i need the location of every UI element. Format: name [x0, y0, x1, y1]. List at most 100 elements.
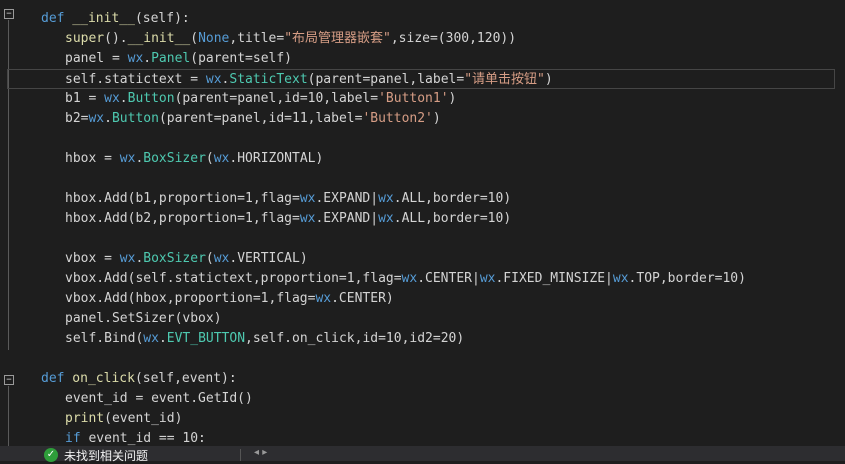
code-token: wx: [104, 91, 120, 106]
code-token: (parent=panel,id=11,label=: [158, 111, 363, 126]
code-token: wx: [213, 151, 230, 166]
code-token: __init__: [64, 11, 135, 26]
code-token: hbox.Add(b2,proportion=1,flag=: [65, 211, 300, 226]
code-token: .: [119, 91, 128, 106]
code-token: Panel: [151, 51, 191, 66]
code-token: if: [65, 431, 81, 446]
code-token: (self,event):: [134, 371, 237, 386]
code-token: panel.SetSizer(vbox): [65, 311, 222, 326]
code-token: BoxSizer: [143, 151, 206, 166]
code-token: hbox.Add(b1,proportion=1,flag=: [65, 191, 300, 206]
code-line[interactable]: hbox = wx.BoxSizer(wx.HORIZONTAL): [0, 149, 323, 169]
code-token: event_id == 10:: [80, 431, 206, 446]
nav-arrows-icon[interactable]: ◂ ▸: [254, 447, 267, 458]
code-token: .ALL,border=10): [393, 191, 512, 206]
code-line[interactable]: self.statictext = wx.StaticText(parent=p…: [7, 69, 835, 89]
code-token: (: [205, 251, 214, 266]
code-token: wx: [213, 251, 230, 266]
code-line[interactable]: vbox.Add(self.statictext,proportion=1,fl…: [0, 269, 746, 289]
code-token: .HORIZONTAL): [229, 151, 324, 166]
code-token: .VERTICAL): [229, 251, 308, 266]
code-token: wx: [88, 111, 105, 126]
status-message[interactable]: 未找到相关问题: [64, 447, 148, 464]
code-line[interactable]: super().__init__(None,title="布局管理器嵌套",si…: [0, 29, 516, 49]
code-token: .: [143, 51, 152, 66]
code-token: ().: [104, 31, 128, 46]
status-bar: ✓ 未找到相关问题 ◂ ▸: [0, 446, 845, 464]
code-token: wx: [205, 72, 222, 87]
code-token: BoxSizer: [143, 251, 206, 266]
code-token: super: [65, 31, 105, 46]
code-line[interactable]: b1 = wx.Button(parent=panel,id=10,label=…: [0, 89, 456, 109]
code-line[interactable]: panel.SetSizer(vbox): [0, 309, 222, 329]
code-token: ,title=: [229, 31, 285, 46]
code-token: .FIXED_MINSIZE|: [495, 271, 613, 286]
code-line[interactable]: b2=wx.Button(parent=panel,id=11,label='B…: [0, 109, 441, 129]
code-token: 'Button1': [378, 91, 449, 106]
code-token: None: [198, 31, 230, 46]
code-line[interactable]: hbox.Add(b2,proportion=1,flag=wx.EXPAND|…: [0, 209, 511, 229]
code-token: def: [41, 11, 65, 26]
code-token: wx: [378, 191, 394, 206]
code-token: .CENTER|: [417, 271, 480, 286]
code-token: (: [190, 31, 199, 46]
code-token: Button: [111, 111, 159, 126]
code-token: (: [205, 151, 214, 166]
code-token: b2=: [65, 111, 89, 126]
code-token: .EXPAND|: [315, 191, 379, 206]
code-token: vbox =: [65, 251, 120, 266]
code-line[interactable]: event_id = event.GetId(): [0, 389, 253, 409]
code-line[interactable]: hbox.Add(b1,proportion=1,flag=wx.EXPAND|…: [0, 189, 511, 209]
code-token: wx: [479, 271, 496, 286]
code-token: wx: [299, 191, 316, 206]
code-line[interactable]: def __init__(self):: [0, 9, 190, 29]
status-divider: [240, 449, 241, 461]
code-token: ): [544, 72, 553, 87]
code-token: 'Button2': [362, 111, 433, 126]
code-token: hbox =: [65, 151, 120, 166]
code-token: def: [41, 371, 65, 386]
code-token: EVT_BUTTON: [166, 331, 246, 346]
code-token: vbox.Add(self.statictext,proportion=1,fl…: [65, 271, 402, 286]
code-token: ,size=(300,120)): [390, 31, 517, 46]
code-token: ,self.on_click,id=10,id2=20): [245, 331, 465, 346]
code-line[interactable]: self.Bind(wx.EVT_BUTTON,self.on_click,id…: [0, 329, 464, 349]
code-token: ): [432, 111, 441, 126]
code-token: print: [65, 411, 105, 426]
code-token: (parent=self): [190, 51, 292, 66]
code-token: wx: [127, 51, 144, 66]
code-line[interactable]: print(event_id): [0, 409, 182, 429]
code-line[interactable]: vbox.Add(hbox,proportion=1,flag=wx.CENTE…: [0, 289, 394, 309]
code-token: ): [448, 91, 457, 106]
code-token: on_click: [64, 371, 135, 386]
code-token: wx: [119, 251, 136, 266]
code-token: wx: [401, 271, 418, 286]
code-token: (event_id): [104, 411, 183, 426]
code-token: event_id = event.GetId(): [65, 391, 253, 406]
code-token: (self):: [134, 11, 190, 26]
code-line[interactable]: panel = wx.Panel(parent=self): [0, 49, 292, 69]
code-token: vbox.Add(hbox,proportion=1,flag=: [65, 291, 316, 306]
code-token: .EXPAND|: [315, 211, 379, 226]
code-token: .ALL,border=10): [393, 211, 512, 226]
code-token: .: [104, 111, 112, 126]
code-token: Button: [127, 91, 175, 106]
code-token: wx: [612, 271, 629, 286]
code-token: __init__: [127, 31, 191, 46]
code-token: "布局管理器嵌套": [284, 31, 391, 46]
code-token: wx: [378, 211, 394, 226]
code-token: StaticText: [229, 72, 308, 87]
code-token: wx: [299, 211, 316, 226]
code-token: wx: [315, 291, 332, 306]
check-circle-icon: ✓: [44, 448, 58, 462]
code-token: (parent=panel,id=10,label=: [174, 91, 379, 106]
code-token: self.statictext =: [65, 72, 206, 87]
code-token: wx: [143, 331, 159, 346]
code-line[interactable]: def on_click(self,event):: [0, 369, 237, 389]
code-token: "请单击按钮": [464, 72, 545, 87]
code-line[interactable]: vbox = wx.BoxSizer(wx.VERTICAL): [0, 249, 308, 269]
code-token: self.Bind(: [65, 331, 144, 346]
code-token: .TOP,border=10): [628, 271, 746, 286]
code-token: .CENTER): [331, 291, 394, 306]
code-token: wx: [119, 151, 136, 166]
